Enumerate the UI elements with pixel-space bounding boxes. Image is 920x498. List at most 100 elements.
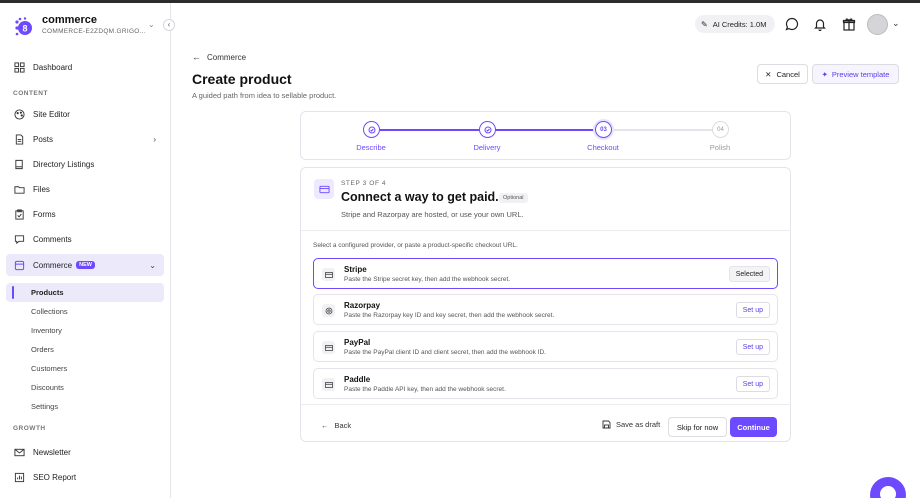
help-chat-button[interactable] (870, 477, 906, 498)
save-draft-label: Save as draft (616, 420, 661, 429)
sidebar-item-comments[interactable]: Comments (6, 228, 164, 250)
folder-icon (13, 183, 25, 195)
provider-name: PayPal (344, 338, 371, 347)
sidebar-item-commerce[interactable]: Commerce NEW ⌄ (6, 254, 164, 276)
sidebar-subitem-discounts[interactable]: Discounts (6, 378, 164, 397)
step-kicker: STEP 3 OF 4 (341, 180, 387, 187)
sidebar-item-site-editor[interactable]: Site Editor (6, 103, 164, 125)
preview-template-button[interactable]: ✦ Preview template (812, 64, 899, 84)
step-1-marker[interactable] (363, 121, 380, 138)
check-circle-icon (368, 126, 375, 133)
cancel-label: Cancel (776, 69, 800, 79)
cancel-button[interactable]: ✕ Cancel (757, 64, 808, 84)
store-icon (13, 259, 25, 271)
provider-name: Stripe (344, 265, 367, 274)
step-1-label[interactable]: Describe (341, 143, 401, 152)
chevron-down-icon: ⌄ (148, 20, 155, 29)
provider-option-stripe[interactable]: Stripe Paste the Stripe secret key, then… (313, 258, 778, 289)
stepper-remaining-line (611, 129, 721, 131)
step-3-marker[interactable]: 03 (595, 121, 612, 138)
continue-button[interactable]: Continue (730, 417, 777, 437)
grid-icon (13, 61, 25, 73)
sidebar-item-label: Forms (33, 209, 56, 219)
bell-icon[interactable] (812, 16, 828, 32)
provider-option-paypal[interactable]: PayPal Paste the PayPal client ID and cl… (313, 331, 778, 362)
step-4-label[interactable]: Polish (690, 143, 750, 152)
section-growth: GROWTH (13, 425, 46, 432)
sidebar-subitem-label: Inventory (31, 326, 62, 335)
svg-text:8: 8 (22, 24, 27, 34)
save-draft-button[interactable]: Save as draft (602, 420, 660, 429)
breadcrumb[interactable]: ← Commerce (192, 52, 246, 62)
active-indicator (12, 286, 14, 299)
sidebar-item-label: Commerce (33, 260, 73, 270)
workspace-subtitle: COMMERCE-E2ZDQM.GRIGO... (42, 28, 146, 35)
sidebar-item-directory-listings[interactable]: Directory Listings (6, 153, 164, 175)
sidebar-item-newsletter[interactable]: Newsletter (6, 441, 164, 463)
sidebar-item-dashboard[interactable]: Dashboard (6, 56, 164, 78)
collapse-sidebar-button[interactable]: ‹ (163, 19, 175, 31)
dots-logo-icon: 8 (15, 17, 32, 36)
sidebar-item-label: Dashboard (33, 62, 73, 72)
provider-instructions: Select a configured provider, or paste a… (313, 242, 518, 249)
section-content: CONTENT (13, 90, 48, 97)
document-icon (13, 133, 25, 145)
avatar[interactable] (867, 14, 888, 35)
sidebar-subitem-label: Discounts (31, 383, 64, 392)
skip-button[interactable]: Skip for now (668, 417, 727, 437)
provider-option-razorpay[interactable]: Razorpay Paste the Razorpay key ID and k… (313, 294, 778, 325)
chat-icon[interactable] (784, 16, 800, 32)
breadcrumb-label: Commerce (207, 52, 247, 62)
sidebar-subitem-label: Customers (31, 364, 68, 373)
sidebar-subitem-customers[interactable]: Customers (6, 359, 164, 378)
setup-button[interactable]: Set up (735, 339, 770, 355)
mail-icon (13, 446, 25, 458)
palette-icon (13, 108, 25, 120)
sidebar-subitem-settings[interactable]: Settings (6, 397, 164, 416)
sidebar-item-seo-report[interactable]: SEO Report (6, 466, 164, 488)
save-icon (602, 420, 611, 429)
sidebar-item-label: Comments (33, 234, 72, 244)
optional-badge: Optional (499, 193, 528, 203)
workspace-switcher[interactable]: 8 commerce COMMERCE-E2ZDQM.GRIGO... ⌄ (14, 13, 164, 43)
chat-bubble-icon (880, 486, 896, 498)
divider (301, 404, 790, 405)
sparkle-icon: ✦ (821, 69, 828, 79)
ai-credits-label: AI Credits: 1.0M (712, 19, 767, 29)
credit-card-icon (322, 341, 335, 354)
page-title: Create product (192, 71, 292, 87)
setup-button[interactable]: Set up (735, 376, 770, 392)
gift-icon[interactable] (841, 16, 857, 32)
page-subtitle: A guided path from idea to sellable prod… (192, 91, 337, 100)
sidebar-item-posts[interactable]: Posts › (6, 128, 164, 150)
credit-card-icon (322, 378, 335, 391)
provider-option-paddle[interactable]: Paddle Paste the Paddle API key, then ad… (313, 368, 778, 399)
step-2-marker[interactable] (479, 121, 496, 138)
step-4-marker[interactable]: 04 (712, 121, 729, 138)
step-3-label[interactable]: Checkout (573, 143, 633, 152)
chevron-down-icon: ⌄ (149, 260, 156, 270)
sidebar-item-label: Directory Listings (33, 159, 95, 169)
sidebar-subitem-collections[interactable]: Collections (6, 302, 164, 321)
magic-wand-icon: ✎ (701, 19, 708, 29)
provider-name: Paddle (344, 375, 371, 384)
step-2-label[interactable]: Delivery (457, 143, 517, 152)
provider-name: Razorpay (344, 301, 381, 310)
sidebar-item-forms[interactable]: Forms (6, 203, 164, 225)
comment-icon (13, 233, 25, 245)
sidebar-item-files[interactable]: Files (6, 178, 164, 200)
sidebar-subitem-orders[interactable]: Orders (6, 340, 164, 359)
setup-button[interactable]: Set up (735, 302, 770, 318)
stepper: Describe Delivery 03 Checkout 04 Polish (300, 111, 791, 160)
back-button[interactable]: ← Back (321, 421, 351, 430)
checkout-card: STEP 3 OF 4 Connect a way to get paid. O… (300, 167, 791, 442)
preview-label: Preview template (831, 69, 890, 79)
wallet-icon (322, 304, 335, 317)
arrow-left-icon: ← (192, 52, 201, 62)
card-title: Connect a way to get paid. (341, 190, 499, 204)
sidebar-subitem-products[interactable]: Products (6, 283, 164, 302)
chevron-down-icon[interactable]: ⌄ (892, 18, 900, 29)
sidebar-subitem-inventory[interactable]: Inventory (6, 321, 164, 340)
provider-description: Paste the Razorpay key ID and key secret… (344, 312, 555, 319)
ai-credits-button[interactable]: ✎ AI Credits: 1.0M (695, 15, 775, 33)
